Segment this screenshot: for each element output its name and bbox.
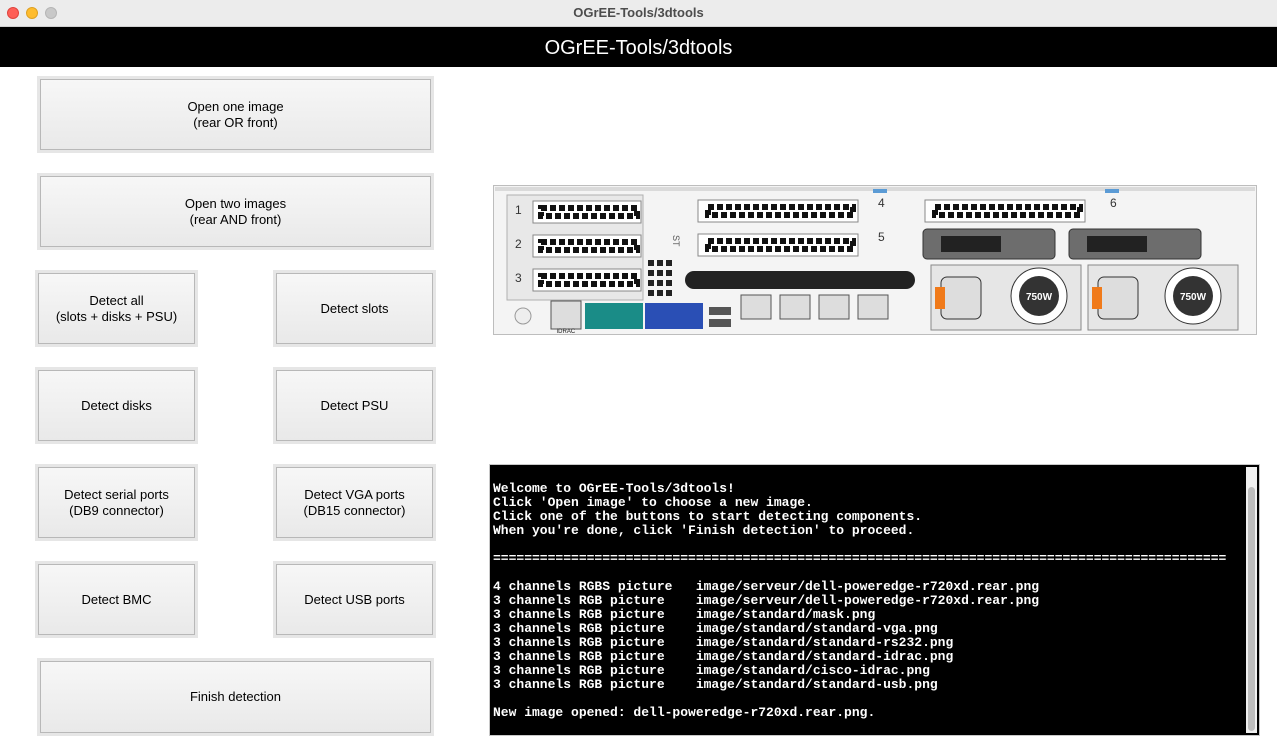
- vga-port: [645, 303, 703, 329]
- slot-number: 3: [515, 271, 522, 285]
- slot-number: 6: [1110, 196, 1117, 210]
- identify-button: [514, 307, 532, 325]
- psu-wattage-label: 750W: [1026, 292, 1053, 303]
- pcie-slot-bracket: [697, 199, 859, 223]
- console-log: Welcome to OGrEE-Tools/3dtools! Click 'O…: [493, 482, 1245, 733]
- pcie-slot-bracket: [532, 234, 642, 258]
- slot-number: 4: [878, 196, 885, 210]
- idrac-port: [550, 300, 582, 330]
- detect-serial-ports-button[interactable]: Detect serial ports (DB9 connector): [35, 464, 198, 541]
- console-line: 3 channels RGB picture image/standard/ma…: [493, 607, 876, 622]
- usb-port: [709, 319, 731, 327]
- psu-unit: 750W: [930, 264, 1082, 331]
- console-scrollbar-thumb[interactable]: [1248, 487, 1255, 731]
- open-one-image-button[interactable]: Open one image (rear OR front): [37, 76, 434, 153]
- serial-port: [585, 303, 643, 329]
- pcie-slot-bracket: [697, 233, 859, 257]
- slot-number: 1: [515, 203, 522, 217]
- detect-disks-button[interactable]: Detect disks: [35, 367, 198, 444]
- console-line: Welcome to OGrEE-Tools/3dtools!: [493, 482, 735, 496]
- console-line: When you're done, click 'Finish detectio…: [493, 523, 915, 538]
- console-line: 3 channels RGB picture image/standard/st…: [493, 621, 938, 636]
- console-line: New image opened: dell-poweredge-r720xd.…: [493, 705, 876, 720]
- console-line: 3 channels RGB picture image/standard/ci…: [493, 663, 930, 678]
- window-title: OGrEE-Tools/3dtools: [573, 5, 704, 20]
- usb-port: [709, 307, 731, 315]
- open-two-images-button[interactable]: Open two images (rear AND front): [37, 173, 434, 250]
- riser-bar: [685, 271, 915, 289]
- idrac-label: iDRAC: [557, 329, 576, 335]
- console-line: 3 channels RGB picture image/standard/st…: [493, 677, 938, 692]
- detect-slots-button[interactable]: Detect slots: [273, 270, 436, 347]
- detect-bmc-button[interactable]: Detect BMC: [35, 561, 198, 638]
- rear-disk-bay: [922, 228, 1056, 260]
- detect-usb-ports-button[interactable]: Detect USB ports: [273, 561, 436, 638]
- console-line: Click one of the buttons to start detect…: [493, 509, 923, 524]
- pcie-slot-bracket: [532, 268, 642, 292]
- console-line: 4 channels RGBS picture image/serveur/de…: [493, 579, 1040, 594]
- pcie-slot-bracket: [532, 200, 642, 224]
- slot-number: 2: [515, 237, 522, 251]
- detect-psu-button[interactable]: Detect PSU: [273, 367, 436, 444]
- slot-number: 5: [878, 230, 885, 244]
- rear-disk-bay: [1068, 228, 1202, 260]
- detect-all-button[interactable]: Detect all (slots + disks + PSU): [35, 270, 198, 347]
- psu-wattage-label: 750W: [1180, 292, 1207, 303]
- console-line: 3 channels RGB picture image/standard/st…: [493, 635, 954, 650]
- console-output: Welcome to OGrEE-Tools/3dtools! Click 'O…: [489, 464, 1260, 736]
- server-rear-image: 1 2 3 ST 4 5 6 750W 750W iDRAC: [493, 185, 1257, 335]
- pcie-slot-bracket: [924, 199, 1086, 223]
- app-header: OGrEE-Tools/3dtools: [0, 27, 1277, 67]
- console-line: ========================================…: [493, 551, 1227, 566]
- detect-vga-ports-button[interactable]: Detect VGA ports (DB15 connector): [273, 464, 436, 541]
- finish-detection-button[interactable]: Finish detection: [37, 658, 434, 736]
- window-titlebar: OGrEE-Tools/3dtools: [0, 0, 1277, 27]
- psu-unit: 750W: [1087, 264, 1239, 331]
- console-line: 3 channels RGB picture image/standard/st…: [493, 649, 954, 664]
- console-line: Click 'Open image' to choose a new image…: [493, 495, 813, 510]
- console-line: 3 channels RGB picture image/serveur/del…: [493, 593, 1040, 608]
- riser-label: ST: [671, 235, 681, 247]
